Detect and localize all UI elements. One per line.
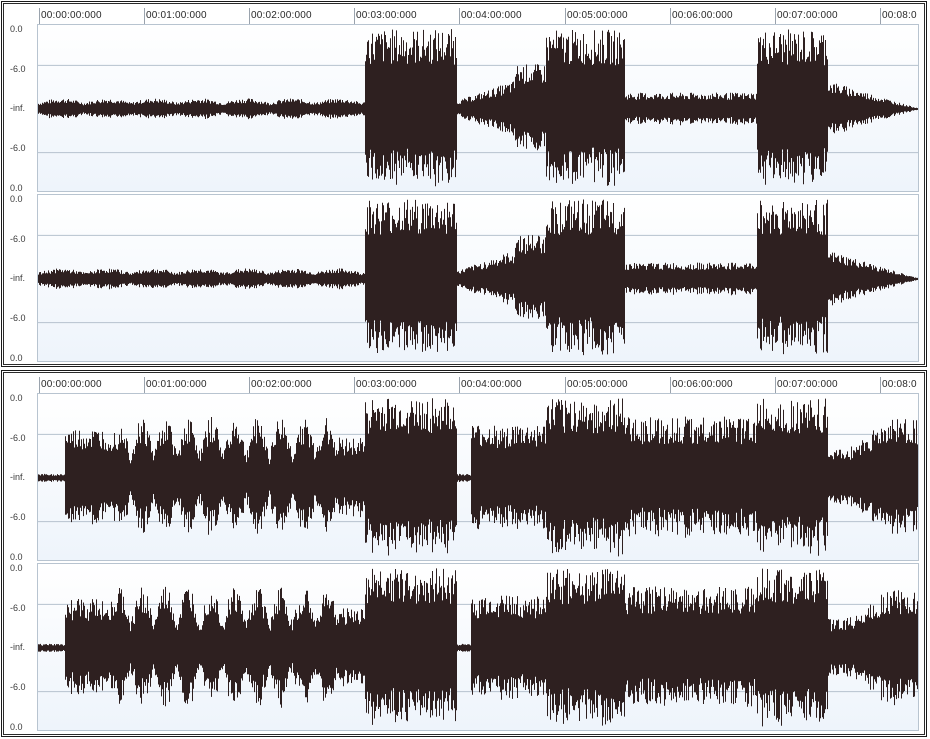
timeline-tick — [144, 377, 145, 393]
timeline-tick — [670, 8, 671, 24]
channel-left[interactable]: 0.0 -6.0 -inf. -6.0 0.0 — [2, 24, 926, 193]
timeline-label: 00:01:00:000 — [146, 379, 207, 390]
timeline-tick — [39, 377, 40, 393]
waveform — [38, 398, 918, 557]
db-label: -inf. — [10, 273, 26, 283]
channel-right[interactable]: 0.0 -6.0 -inf. -6.0 0.0 — [2, 194, 926, 363]
db-label: -6.0 — [10, 512, 26, 522]
db-label: 0.0 — [10, 194, 23, 204]
timeline-tick — [565, 8, 566, 24]
timeline-tick — [354, 377, 355, 393]
timeline-label: 00:08:0 — [882, 10, 917, 21]
timeline-tick — [459, 377, 460, 393]
db-label: -6.0 — [10, 234, 26, 244]
waveform — [38, 199, 918, 356]
db-label: -inf. — [10, 472, 26, 482]
db-scale: 0.0 -6.0 -inf. -6.0 0.0 — [2, 393, 36, 562]
db-label: 0.0 — [10, 393, 23, 403]
db-label: -6.0 — [10, 682, 26, 692]
db-label: -6.0 — [10, 313, 26, 323]
timeline-label: 00:04:00:000 — [461, 10, 522, 21]
waveform-panel-processed: 00:00:00:000 00:01:00:000 00:02:00:000 0… — [1, 370, 927, 737]
db-scale: 0.0 -6.0 -inf. -6.0 0.0 — [2, 24, 36, 193]
timeline-tick — [39, 8, 40, 24]
timeline-label: 00:07:00:000 — [777, 379, 838, 390]
waveform-path — [38, 199, 918, 356]
timeline-ruler[interactable]: 00:00:00:000 00:01:00:000 00:02:00:000 0… — [2, 2, 926, 24]
timeline-label: 00:07:00:000 — [777, 10, 838, 21]
timeline-tick — [249, 377, 250, 393]
timeline-label: 00:08:0 — [882, 379, 917, 390]
timeline-tick — [459, 8, 460, 24]
timeline-label: 00:03:00:000 — [356, 10, 417, 21]
timeline-tick — [775, 377, 776, 393]
waveform — [38, 29, 918, 187]
timeline-label: 00:00:00:000 — [41, 10, 102, 21]
db-label: -6.0 — [10, 433, 26, 443]
timeline-tick — [354, 8, 355, 24]
waveform — [38, 568, 918, 727]
db-label: -6.0 — [10, 603, 26, 613]
db-label: -6.0 — [10, 143, 26, 153]
channel-right[interactable]: 0.0 -6.0 -inf. -6.0 0.0 — [2, 563, 926, 732]
waveform-plot[interactable] — [37, 24, 919, 192]
db-label: 0.0 — [10, 353, 23, 363]
db-label: 0.0 — [10, 24, 23, 34]
timeline-tick — [880, 8, 881, 24]
timeline-label: 00:05:00:000 — [567, 10, 628, 21]
db-label: 0.0 — [10, 552, 23, 562]
timeline-tick — [670, 377, 671, 393]
db-label: 0.0 — [10, 563, 23, 573]
timeline-label: 00:06:00:000 — [672, 10, 733, 21]
timeline-tick — [880, 377, 881, 393]
timeline-label: 00:02:00:000 — [251, 10, 312, 21]
timeline-label: 00:06:00:000 — [672, 379, 733, 390]
timeline-tick — [249, 8, 250, 24]
waveform-plot[interactable] — [37, 563, 919, 731]
db-label: -6.0 — [10, 64, 26, 74]
db-label: -inf. — [10, 642, 26, 652]
timeline-tick — [775, 8, 776, 24]
db-label: 0.0 — [10, 183, 23, 193]
db-label: -inf. — [10, 103, 26, 113]
timeline-label: 00:00:00:000 — [41, 379, 102, 390]
timeline-label: 00:01:00:000 — [146, 10, 207, 21]
waveform-plot[interactable] — [37, 194, 919, 362]
waveform-panel-original: 00:00:00:000 00:01:00:000 00:02:00:000 0… — [1, 1, 927, 367]
timeline-label: 00:02:00:000 — [251, 379, 312, 390]
timeline-tick — [144, 8, 145, 24]
waveform-plot[interactable] — [37, 393, 919, 561]
db-label: 0.0 — [10, 722, 23, 732]
timeline-label: 00:04:00:000 — [461, 379, 522, 390]
waveform-path — [38, 29, 918, 187]
timeline-label: 00:05:00:000 — [567, 379, 628, 390]
db-scale: 0.0 -6.0 -inf. -6.0 0.0 — [2, 563, 36, 732]
timeline-tick — [565, 377, 566, 393]
channel-left[interactable]: 0.0 -6.0 -inf. -6.0 0.0 — [2, 393, 926, 562]
timeline-label: 00:03:00:000 — [356, 379, 417, 390]
timeline-ruler[interactable]: 00:00:00:000 00:01:00:000 00:02:00:000 0… — [2, 371, 926, 393]
db-scale: 0.0 -6.0 -inf. -6.0 0.0 — [2, 194, 36, 363]
